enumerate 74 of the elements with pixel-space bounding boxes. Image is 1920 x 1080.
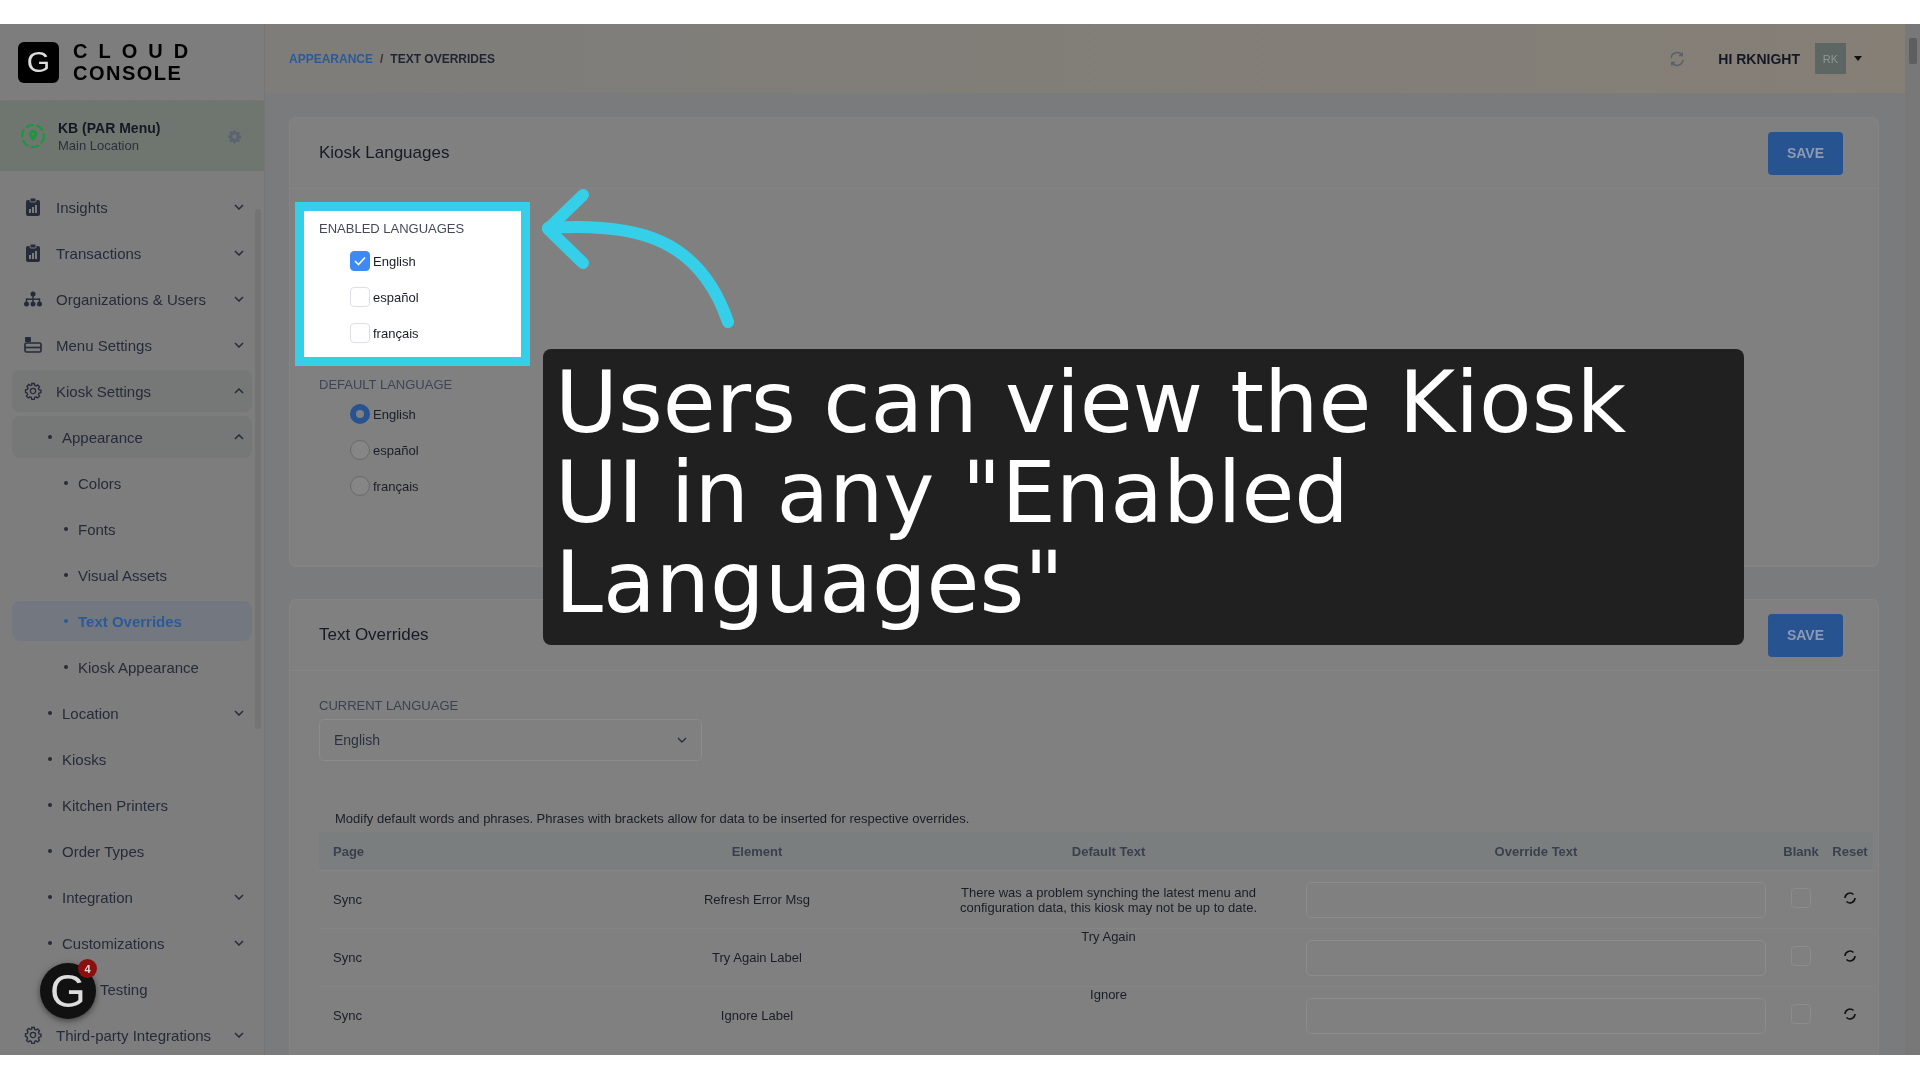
location-panel[interactable]: KB (PAR Menu) Main Location — [0, 100, 264, 171]
table-cell: Try Again Label — [594, 928, 920, 987]
sidebar-item[interactable]: Menu Settings — [12, 322, 252, 368]
table-cell: Try Again — [920, 928, 1297, 987]
field-label: CURRENT LANGUAGE — [319, 698, 459, 713]
column-header: Reset — [1827, 832, 1873, 871]
location-pin-icon — [20, 123, 46, 149]
reset-icon[interactable] — [1843, 1007, 1857, 1021]
save-button[interactable]: SAVE — [1768, 131, 1843, 175]
location-name: KB (PAR Menu) — [58, 119, 162, 136]
table-cell: Ignore Label — [594, 986, 920, 1044]
column-header: Default Text — [920, 832, 1297, 871]
sidebar-item[interactable]: Fonts — [12, 506, 252, 552]
sidebar-item[interactable]: Integration — [12, 874, 252, 920]
table-cell: Ignore — [920, 986, 1297, 1044]
radio-label[interactable]: English — [373, 406, 416, 422]
sidebar-item[interactable]: Colors — [12, 460, 252, 506]
sidebar-item[interactable]: Kitchen Printers — [12, 782, 252, 828]
save-button[interactable]: SAVE — [1768, 613, 1843, 657]
sidebar-item[interactable]: Organizations & Users — [12, 276, 252, 322]
table-cell: There was a problem synching the latest menu and configuration data, this kiosk may not be up to date. — [920, 870, 1297, 929]
checkbox-label[interactable]: English — [373, 253, 416, 269]
breadcrumb-current: TEXT OVERRIDES — [390, 51, 496, 66]
gear-icon — [24, 382, 42, 400]
radio-button[interactable] — [350, 476, 370, 496]
column-header: Element — [594, 832, 920, 871]
sidebar-item[interactable]: Testing — [100, 966, 252, 1012]
sidebar-item[interactable]: Insights — [12, 184, 252, 230]
radio-label[interactable]: français — [373, 478, 419, 494]
card-title: Text Overrides — [319, 625, 429, 645]
table-cell: Sync — [319, 870, 594, 929]
column-header: Page — [319, 832, 594, 871]
table-cell: Sync — [319, 928, 594, 987]
checkbox[interactable] — [350, 251, 370, 271]
menu-card-icon — [24, 337, 42, 353]
breadcrumb-separator: / — [380, 51, 384, 66]
sidebar-item[interactable]: Kiosks — [12, 736, 252, 782]
card-title: Kiosk Languages — [319, 143, 450, 163]
location-subtitle: Main Location — [58, 137, 140, 153]
sidebar-item[interactable]: Kiosk Appearance — [12, 644, 252, 690]
logo-text: CLOUD — [73, 40, 200, 62]
checkbox-label[interactable]: español — [373, 289, 419, 305]
scrollbar[interactable] — [1905, 24, 1920, 1055]
sidebar-item[interactable]: Appearance — [12, 416, 252, 458]
checkmark-icon — [354, 256, 366, 266]
sitemap-icon — [24, 291, 42, 307]
clipboard-chart-icon — [25, 198, 41, 216]
sidebar-item[interactable]: Visual Assets — [12, 552, 252, 598]
checkbox-label[interactable]: français — [373, 325, 419, 341]
sidebar-item[interactable]: Kiosk Settings — [12, 370, 252, 412]
reset-icon[interactable] — [1843, 891, 1857, 905]
language-dropdown[interactable]: English — [319, 719, 702, 761]
description-text: Modify default words and phrases. Phrases with brackets allow for data to be inserted for respective overrides. — [335, 811, 970, 826]
radio-label[interactable]: español — [373, 442, 419, 458]
column-header: Override Text — [1297, 832, 1775, 871]
logo-text: CONSOLE — [73, 62, 184, 84]
section-heading: DEFAULT LANGUAGE — [319, 376, 453, 392]
gear-icon — [24, 1026, 42, 1044]
table-cell: Refresh Error Msg — [594, 870, 920, 929]
caret-icon[interactable] — [1854, 56, 1862, 61]
section-heading: ENABLED LANGUAGES — [319, 220, 465, 236]
user-greeting[interactable]: HI RKNIGHT — [1718, 50, 1800, 67]
radio-button[interactable] — [350, 440, 370, 460]
radio-button[interactable] — [350, 404, 370, 424]
tutorial-caption: Users can view the Kiosk UI in any "Enabled Languages" — [543, 349, 1744, 645]
sidebar-item[interactable]: Location — [12, 690, 252, 736]
table-cell: Sync — [319, 986, 594, 1044]
logo-mark: G — [18, 41, 59, 83]
sidebar-item[interactable]: Order Types — [12, 828, 252, 874]
chevron-down-icon — [677, 737, 687, 743]
sidebar-item[interactable]: Transactions — [12, 230, 252, 276]
reset-icon[interactable] — [1843, 949, 1857, 963]
column-header: Blank — [1775, 832, 1827, 871]
clipboard-chart-icon — [25, 244, 41, 262]
